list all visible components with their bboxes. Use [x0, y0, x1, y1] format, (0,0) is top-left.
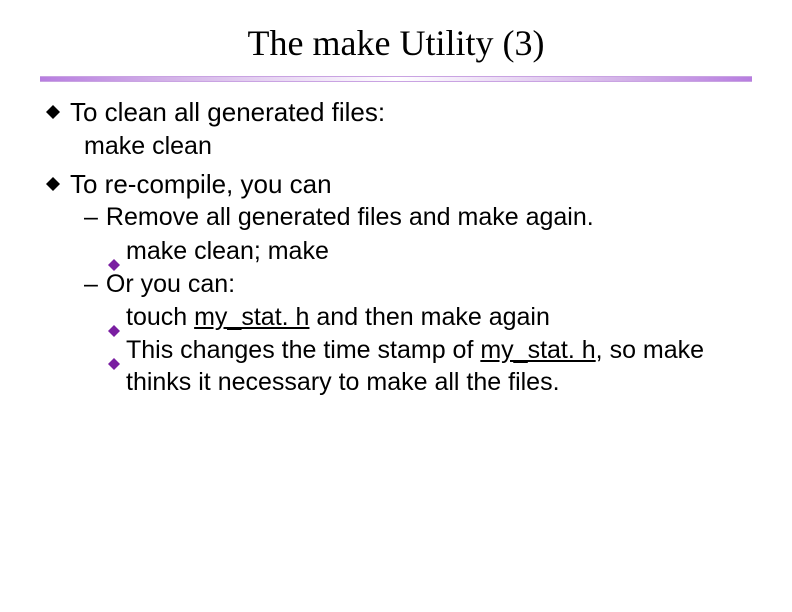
- dash-bullet-icon: –: [84, 269, 98, 300]
- diamond-bullet-icon: [46, 177, 60, 191]
- bullet-1-sub: make clean: [84, 131, 752, 162]
- bullet-2-text: To re-compile, you can: [70, 168, 332, 201]
- diamond-bullet-icon: [46, 105, 60, 119]
- bullet-2-item-1-sub-1-text: make clean; make: [126, 236, 329, 267]
- mini-diamond-icon: [108, 345, 120, 357]
- text-underlined: my_stat. h: [194, 303, 309, 331]
- bullet-2-item-2-text: Or you can:: [106, 269, 235, 300]
- bullet-2-item-2-sub-2-text: This changes the time stamp of my_stat. …: [126, 335, 752, 398]
- text-post: and then make again: [309, 303, 549, 331]
- bullet-2-item-2-sub-1: touch my_stat. h and then make again: [108, 302, 752, 333]
- slide-title: The make Utility (3): [40, 22, 752, 64]
- dash-bullet-icon: –: [84, 202, 98, 233]
- text-pre: This changes the time stamp of: [126, 336, 480, 364]
- slide: The make Utility (3) To clean all genera…: [0, 0, 792, 612]
- bullet-2-item-1-sub-1: make clean; make: [108, 236, 752, 267]
- mini-diamond-icon: [108, 246, 120, 258]
- text-underlined: my_stat. h: [480, 336, 595, 364]
- bullet-2-item-2-sub-2: This changes the time stamp of my_stat. …: [108, 335, 752, 398]
- bullet-1-text: To clean all generated files:: [70, 96, 385, 129]
- bullet-2-item-2: – Or you can: touch my_stat. h and then …: [84, 269, 752, 398]
- bullet-2-item-1-text: Remove all generated files and make agai…: [106, 202, 594, 233]
- bullet-1: To clean all generated files: make clean: [40, 96, 752, 162]
- slide-body: To clean all generated files: make clean…: [40, 82, 752, 398]
- mini-diamond-icon: [108, 312, 120, 324]
- text-pre: touch: [126, 303, 194, 331]
- bullet-2-item-1: – Remove all generated files and make ag…: [84, 202, 752, 267]
- bullet-2: To re-compile, you can – Remove all gene…: [40, 168, 752, 398]
- bullet-2-item-2-sub-1-text: touch my_stat. h and then make again: [126, 302, 550, 333]
